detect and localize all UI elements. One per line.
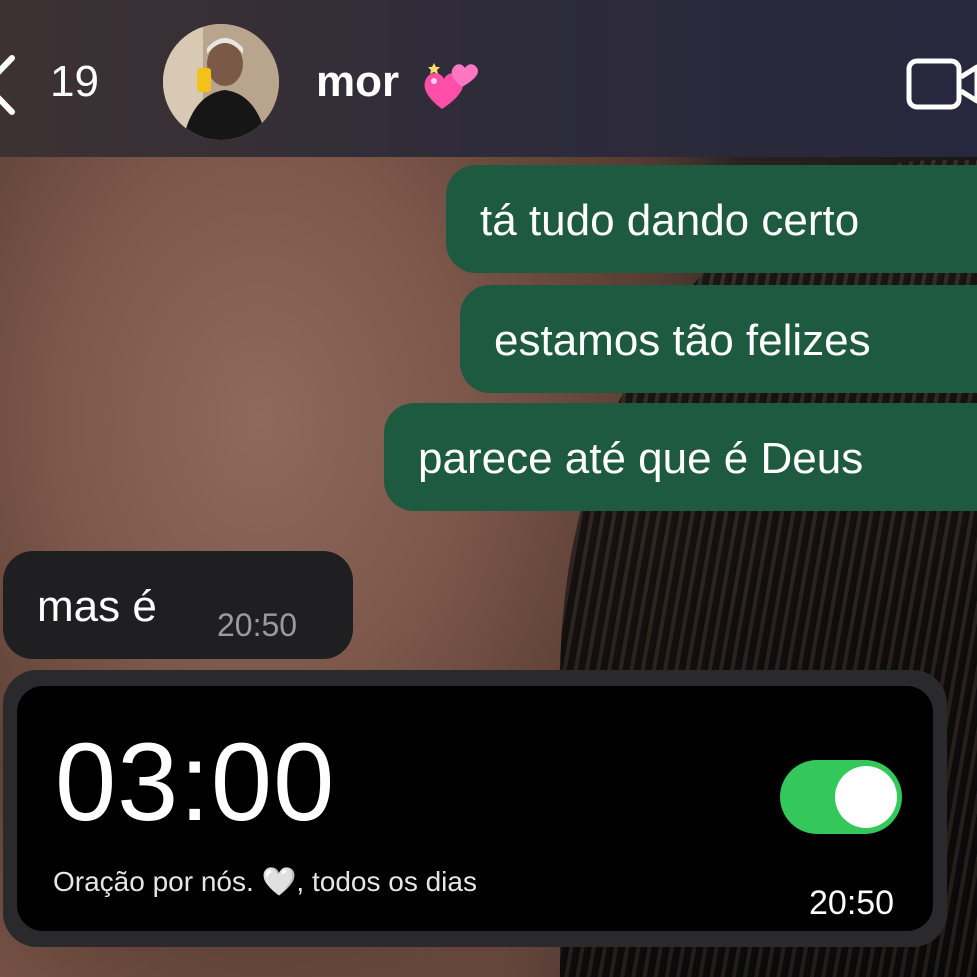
message-timestamp: 20:50: [217, 607, 298, 643]
outgoing-message-bubble[interactable]: parece até que é Deus: [384, 403, 977, 511]
alarm-label: Oração por nós. 🤍, todos os dias: [53, 866, 477, 897]
avatar[interactable]: [163, 24, 279, 140]
video-call-icon[interactable]: [905, 55, 977, 113]
alarm-card: 03:00 Oração por nós. 🤍, todos os dias 2…: [17, 686, 933, 931]
message-text: mas é: [37, 582, 157, 631]
chat-header: 19 mor: [0, 0, 977, 157]
outgoing-message-bubble[interactable]: tá tudo dando certo: [446, 165, 977, 273]
alarm-time: 03:00: [55, 721, 336, 844]
alarm-toggle: [780, 760, 902, 834]
back-unread-count[interactable]: 19: [50, 60, 99, 104]
contact-name[interactable]: mor: [316, 60, 399, 104]
avatar-photo: [163, 24, 279, 140]
incoming-message-bubble[interactable]: mas é 20:50: [3, 551, 353, 659]
message-timestamp: 20:50: [809, 884, 895, 922]
message-text: parece até que é Deus: [418, 434, 864, 483]
chevron-left-icon[interactable]: [0, 54, 16, 116]
outgoing-message-bubble[interactable]: estamos tão felizes: [460, 285, 977, 393]
alarm-image-message[interactable]: 03:00 Oração por nós. 🤍, todos os dias 2…: [3, 670, 947, 947]
toggle-knob: [835, 766, 897, 828]
message-text: tá tudo dando certo: [480, 196, 860, 245]
two-hearts-emoji-icon: [424, 63, 478, 109]
message-text: estamos tão felizes: [494, 316, 871, 365]
